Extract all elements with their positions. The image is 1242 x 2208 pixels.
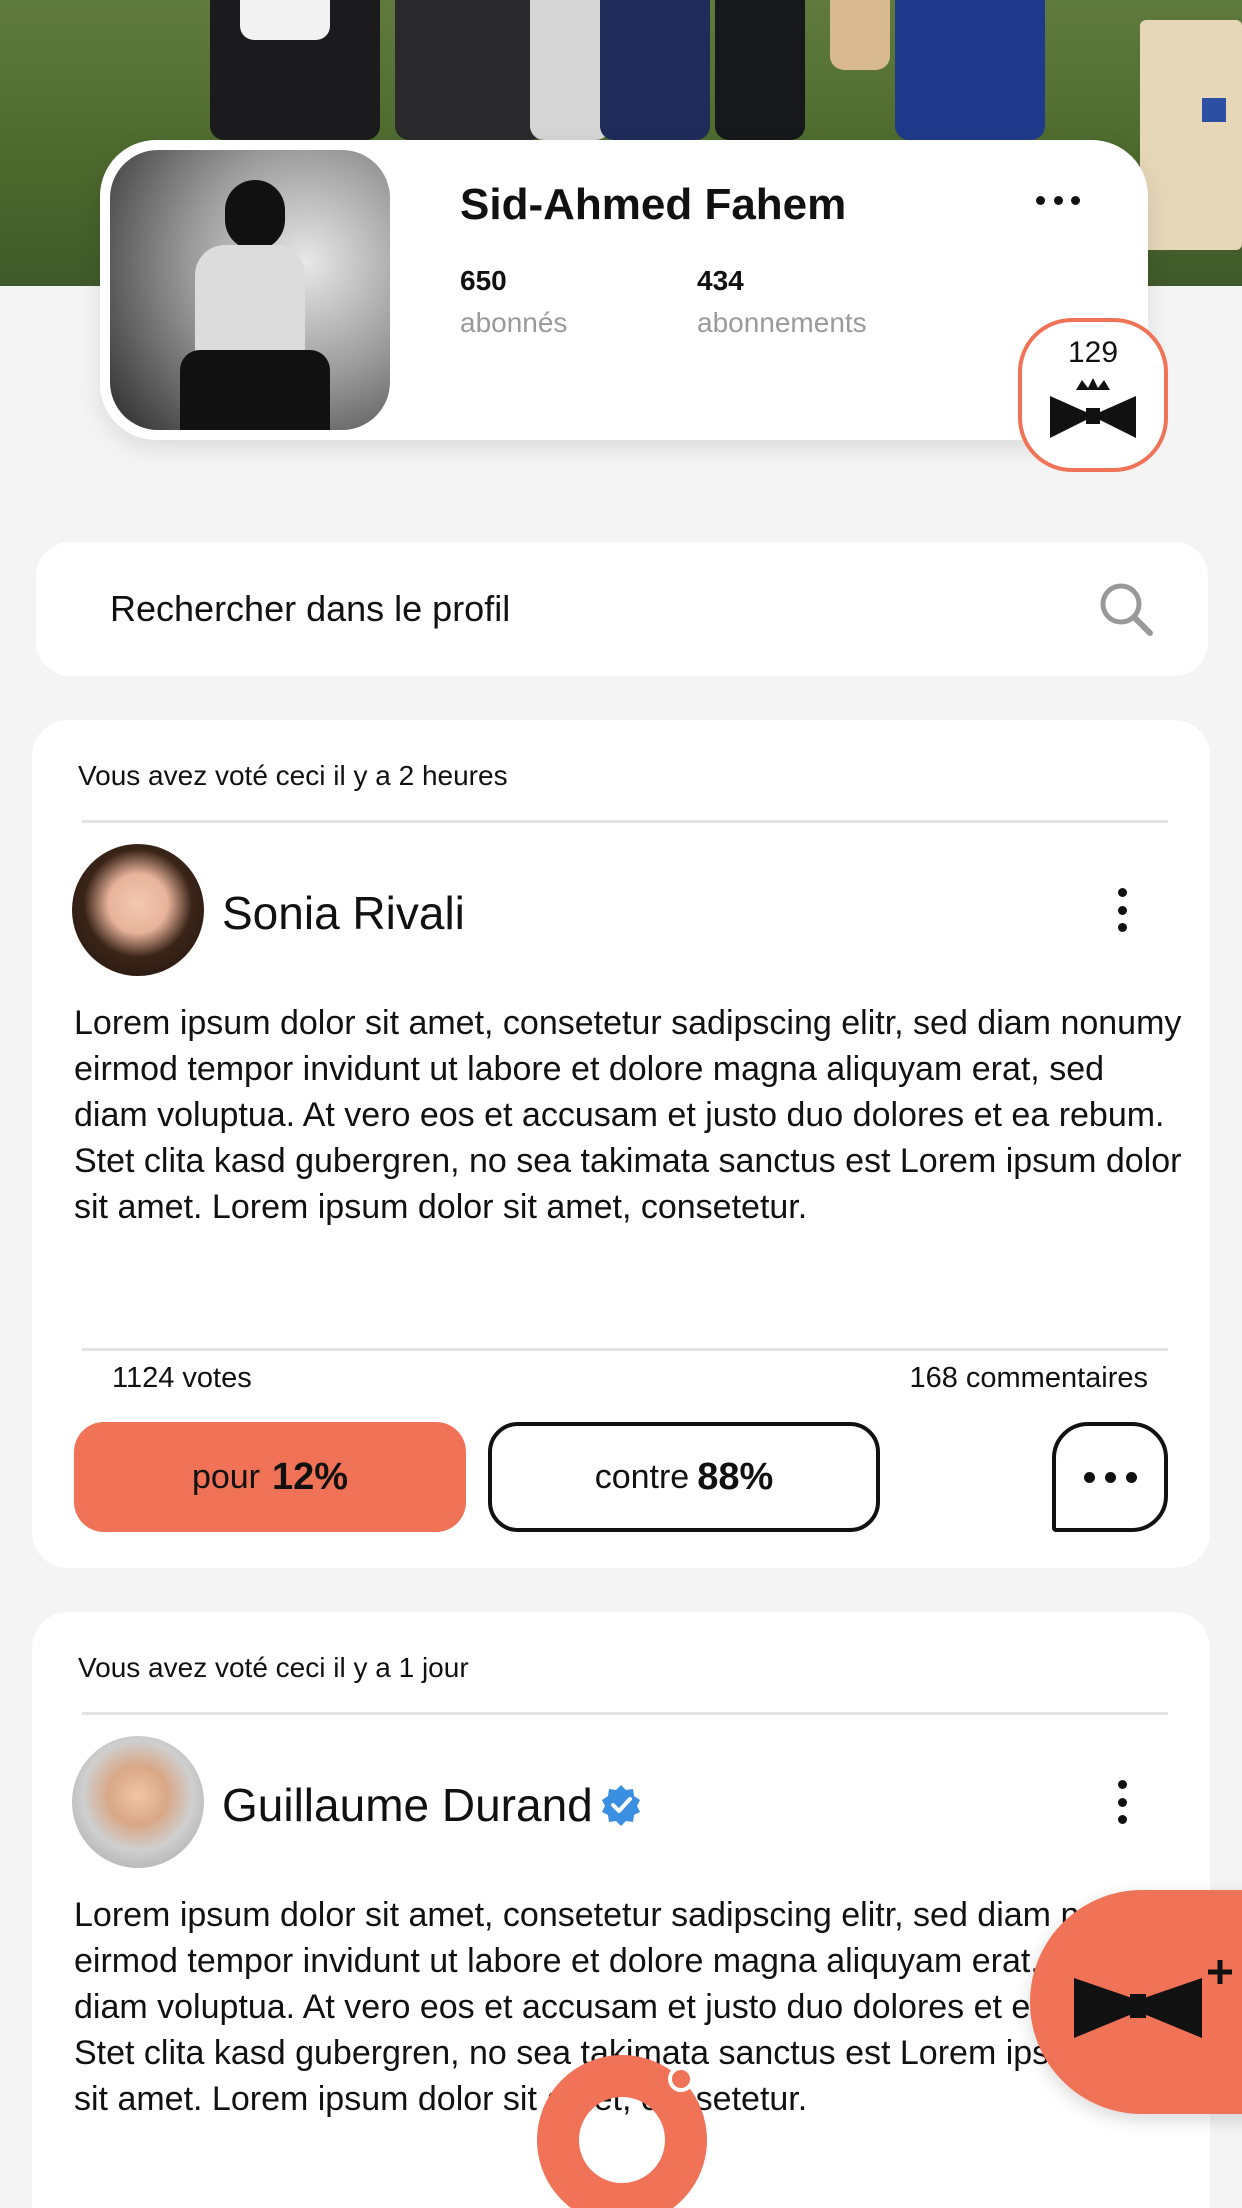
badge-count: 129 xyxy=(1067,336,1119,369)
following-stat[interactable]: 434 abonnements xyxy=(697,265,867,339)
author-name-text: Guillaume Durand xyxy=(222,1779,593,1831)
following-count: 434 xyxy=(697,265,744,296)
followers-label: abonnés xyxy=(460,307,568,338)
vote-against-button[interactable]: contre 88% xyxy=(488,1422,880,1532)
more-horizontal-icon[interactable] xyxy=(1030,180,1086,220)
author-name-text: Sonia Rivali xyxy=(222,887,465,939)
bowtie-plus-icon xyxy=(1074,1960,1232,2038)
author-name[interactable]: Guillaume Durand xyxy=(222,1778,643,1832)
post-text: Lorem ipsum dolor sit amet, consetetur s… xyxy=(74,1004,1182,1226)
author-name[interactable]: Sonia Rivali xyxy=(222,886,465,940)
profile-search xyxy=(36,542,1208,676)
followers-stat[interactable]: 650 abonnés xyxy=(460,265,567,339)
divider xyxy=(82,1348,1168,1351)
comment-bubble-icon[interactable] xyxy=(1052,1422,1168,1532)
search-icon[interactable] xyxy=(1096,579,1156,639)
profile-avatar[interactable] xyxy=(110,150,390,430)
author-avatar[interactable] xyxy=(72,844,204,976)
votes-count: 1124 votes xyxy=(112,1362,252,1394)
more-vertical-icon[interactable] xyxy=(1112,880,1132,940)
create-vote-fab[interactable] xyxy=(1030,1890,1242,2114)
divider xyxy=(82,1712,1168,1715)
voted-label: Vous avez voté ceci il y a 2 heures xyxy=(78,760,508,791)
comments-count[interactable]: 168 commentaires xyxy=(909,1362,1148,1395)
vote-for-label: pour xyxy=(191,1457,260,1496)
following-label: abonnements xyxy=(697,307,867,338)
notification-dot xyxy=(668,2066,694,2092)
author-avatar[interactable] xyxy=(72,1736,204,1868)
vote-against-percent: 88% xyxy=(697,1455,774,1498)
badge-button[interactable]: 129 xyxy=(1018,318,1168,472)
profile-name: Sid-Ahmed Fahem xyxy=(460,180,847,229)
voted-label: Vous avez voté ceci il y a 1 jour xyxy=(78,1652,469,1683)
vote-for-percent: 12% xyxy=(272,1455,349,1498)
more-vertical-icon[interactable] xyxy=(1112,1772,1132,1832)
verified-check-icon xyxy=(601,1785,640,1826)
crown-bowtie-icon xyxy=(1050,378,1136,438)
divider xyxy=(82,820,1168,823)
post-card: Vous avez voté ceci il y a 2 heures Soni… xyxy=(32,720,1210,1568)
vote-against-label: contre xyxy=(594,1457,690,1496)
profile-card: Sid-Ahmed Fahem 650 abonnés 434 abonneme… xyxy=(100,140,1148,440)
followers-count: 650 xyxy=(460,265,507,296)
search-input[interactable] xyxy=(110,588,1010,630)
vote-for-button[interactable]: pour 12% xyxy=(74,1422,466,1532)
